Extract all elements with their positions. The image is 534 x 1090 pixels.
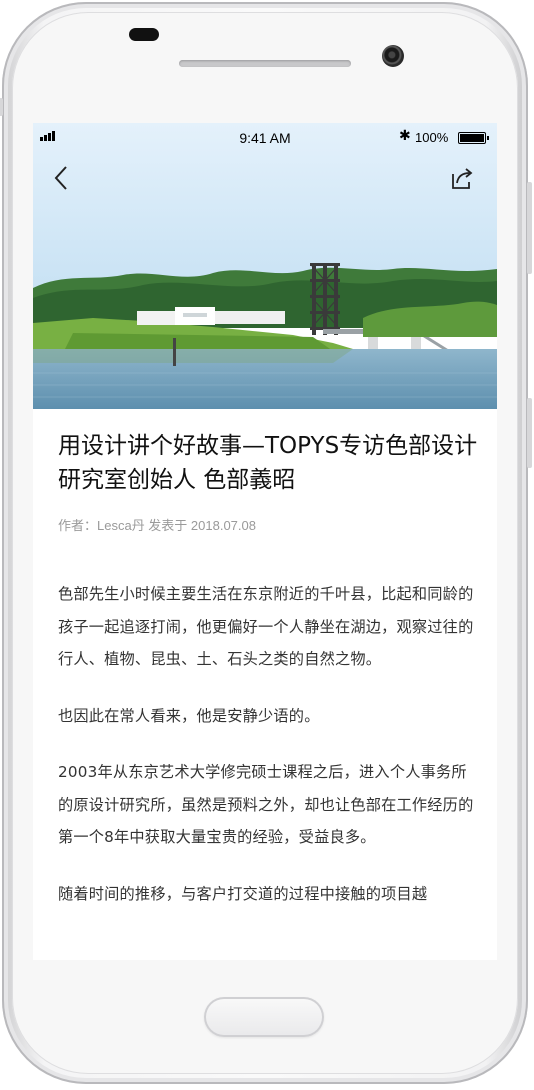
article-paragraph: 2003年从东京艺术大学修完硕士课程之后，进入个人事务所的原设计研究所，虽然是预… — [58, 763, 474, 846]
article-meta: 作者：Lesca丹 发表于 2018.07.08 — [58, 518, 256, 533]
power-button — [527, 398, 532, 468]
share-icon[interactable] — [447, 165, 475, 193]
article-title: 用设计讲个好故事—TOPYS专访色部设计研究室创始人 色部義昭 — [58, 433, 478, 493]
article-paragraph: 色部先生小时候主要生活在东京附近的千叶县，比起和同龄的孩子一起追逐打闹，他更偏好… — [58, 585, 474, 668]
home-button[interactable] — [204, 997, 324, 1037]
article-content: 用设计讲个好故事—TOPYS专访色部设计研究室创始人 色部義昭 作者：Lesca… — [58, 409, 478, 910]
front-camera-icon — [382, 45, 404, 67]
article-paragraph: 也因此在常人看来，他是安静少语的。 — [58, 706, 320, 725]
hero-image: 9:41 AM ✱ 100% — [33, 123, 497, 409]
earpiece-speaker — [179, 60, 351, 67]
bluetooth-icon: ✱ — [399, 127, 411, 143]
status-bar: 9:41 AM ✱ 100% — [33, 123, 497, 151]
volume-button — [527, 182, 532, 274]
article-paragraph: 随着时间的推移，与客户打交道的过程中接触的项目越 — [58, 884, 428, 903]
battery-icon — [458, 132, 489, 144]
chevron-left-icon[interactable] — [49, 163, 75, 193]
mute-switch — [0, 98, 3, 116]
proximity-sensor — [129, 28, 159, 41]
screen: 9:41 AM ✱ 100% 用设计讲个好故事—TOPYS专访色部设计研究室创始… — [33, 123, 497, 960]
battery-percent: 100% — [415, 130, 449, 145]
